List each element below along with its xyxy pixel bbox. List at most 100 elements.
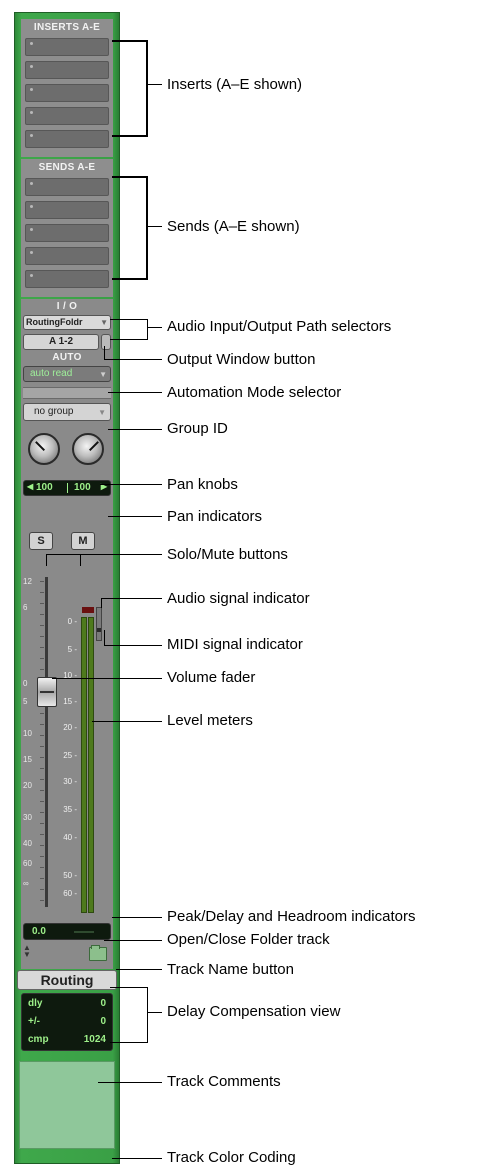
insert-dot-icon	[30, 65, 33, 68]
callout-comments: Track Comments	[167, 1073, 281, 1090]
callout-level-meters: Level meters	[167, 712, 253, 729]
track-name-button[interactable]: Routing	[17, 970, 117, 990]
chevron-down-icon: ▼	[100, 318, 108, 327]
send-slot-c[interactable]	[25, 224, 109, 242]
automation-mode-selector[interactable]: auto read ▼	[23, 366, 111, 382]
output-path-selector[interactable]: A 1-2	[23, 334, 99, 350]
leader-color-coding	[112, 1158, 162, 1159]
solo-button[interactable]: S	[29, 532, 53, 550]
output-window-button[interactable]	[101, 334, 111, 350]
mixer-channel-strip: INSERTS A-E SENDS A-E I / O RoutingFoldr…	[14, 12, 120, 1164]
leader-audio-signal	[101, 598, 162, 599]
fader-scale-label: 12	[23, 577, 32, 586]
fader-tick	[40, 669, 44, 670]
leader-midi-signal	[104, 645, 162, 646]
pm-label: +/-	[28, 1016, 40, 1027]
io-fader-section: I / O RoutingFoldr ▼ A 1-2 AUTO auto rea…	[21, 299, 113, 969]
send-dot-icon	[30, 182, 33, 185]
fader-tick	[40, 878, 44, 879]
fader-tick	[40, 658, 44, 659]
insert-slot-a[interactable]	[25, 38, 109, 56]
callout-group-id: Group ID	[167, 420, 228, 437]
inserts-header: INSERTS A-E	[33, 22, 101, 33]
fader-scale-label: 6	[23, 603, 28, 612]
automation-mode-label: auto read	[30, 368, 73, 379]
fader-scale-label: 40	[23, 839, 32, 848]
meter-scale-label: 5 -	[67, 645, 77, 654]
leader-comments	[98, 1082, 162, 1083]
pan-indicators: ◀ 100 100 ▶	[23, 480, 111, 496]
chevron-down-icon: ▼	[99, 370, 107, 379]
leader-solo-mute	[46, 554, 162, 555]
peak-delay-display: 0.0	[23, 923, 111, 940]
input-path-selector[interactable]: RoutingFoldr ▼	[23, 315, 111, 330]
mute-label: M	[78, 535, 88, 547]
insert-dot-icon	[30, 111, 33, 114]
bracket-sends	[112, 278, 148, 280]
callout-folder: Open/Close Folder track	[167, 931, 330, 948]
fader-tick	[40, 768, 44, 769]
fader-scale-label: 60	[23, 859, 32, 868]
leader-folder	[104, 940, 162, 941]
meter-scale-label: 25 -	[63, 751, 77, 760]
fader-tick	[40, 867, 44, 868]
callout-pan-knobs: Pan knobs	[167, 476, 238, 493]
fader-tick	[40, 834, 44, 835]
bracket-delay	[110, 987, 148, 988]
level-meter-left	[81, 617, 87, 913]
callout-io-selectors: Audio Input/Output Path selectors	[167, 318, 392, 335]
chevron-down-icon: ▼	[98, 408, 106, 417]
insert-slot-e[interactable]	[25, 130, 109, 148]
pm-value: 0	[100, 1016, 106, 1027]
pan-knob-right[interactable]	[72, 433, 104, 465]
leader-output-window	[104, 359, 162, 360]
send-slot-d[interactable]	[25, 247, 109, 265]
insert-slot-b[interactable]	[25, 61, 109, 79]
dly-value: 0	[100, 998, 106, 1009]
fader-tick	[40, 625, 44, 626]
volume-fader-cap[interactable]	[37, 677, 57, 707]
open-close-folder-button[interactable]	[89, 945, 107, 961]
meter-scale-label: 60 -	[63, 889, 77, 898]
bracket-inserts	[112, 40, 148, 42]
knob-pointer-icon	[35, 441, 45, 451]
meter-scale-label: 0 -	[67, 617, 77, 626]
io-header: I / O	[56, 301, 78, 312]
fader-tick	[40, 812, 44, 813]
group-id-selector[interactable]: no group ▼	[23, 403, 111, 421]
peak-value: 0.0	[32, 926, 46, 937]
send-slot-a[interactable]	[25, 178, 109, 196]
input-path-label: RoutingFoldr	[26, 317, 83, 327]
callout-track-name: Track Name button	[167, 961, 294, 978]
leader-midi-signal	[104, 630, 105, 646]
fader-tick	[40, 647, 44, 648]
fader-tick	[40, 735, 44, 736]
callout-midi-signal: MIDI signal indicator	[167, 636, 303, 653]
callout-pan-indicators: Pan indicators	[167, 508, 263, 525]
midi-signal-indicator	[96, 607, 102, 641]
fader-scale-label: 10	[23, 729, 32, 738]
insert-dot-icon	[30, 42, 33, 45]
send-slot-b[interactable]	[25, 201, 109, 219]
insert-slot-c[interactable]	[25, 84, 109, 102]
midi-marker	[97, 628, 101, 632]
fader-scale-label: 0	[23, 679, 28, 688]
fader-tick	[40, 636, 44, 637]
send-slot-e[interactable]	[25, 270, 109, 288]
bracket-sends	[146, 176, 148, 280]
pan-knob-left[interactable]	[28, 433, 60, 465]
callout-volume-fader: Volume fader	[167, 669, 256, 686]
track-comments-field[interactable]	[19, 1061, 115, 1149]
fader-track	[45, 577, 48, 907]
track-name-label: Routing	[40, 972, 94, 988]
insert-dot-icon	[30, 88, 33, 91]
fader-tick	[40, 592, 44, 593]
bracket-inserts	[146, 40, 148, 137]
group-separator	[23, 387, 111, 399]
callout-audio-signal: Audio signal indicator	[167, 590, 310, 607]
insert-slot-d[interactable]	[25, 107, 109, 125]
mute-button[interactable]: M	[71, 532, 95, 550]
group-id-label: no group	[34, 406, 74, 417]
scroll-arrows-icon[interactable]: ▲ ▼	[23, 944, 31, 959]
bracket-inserts	[112, 135, 148, 137]
